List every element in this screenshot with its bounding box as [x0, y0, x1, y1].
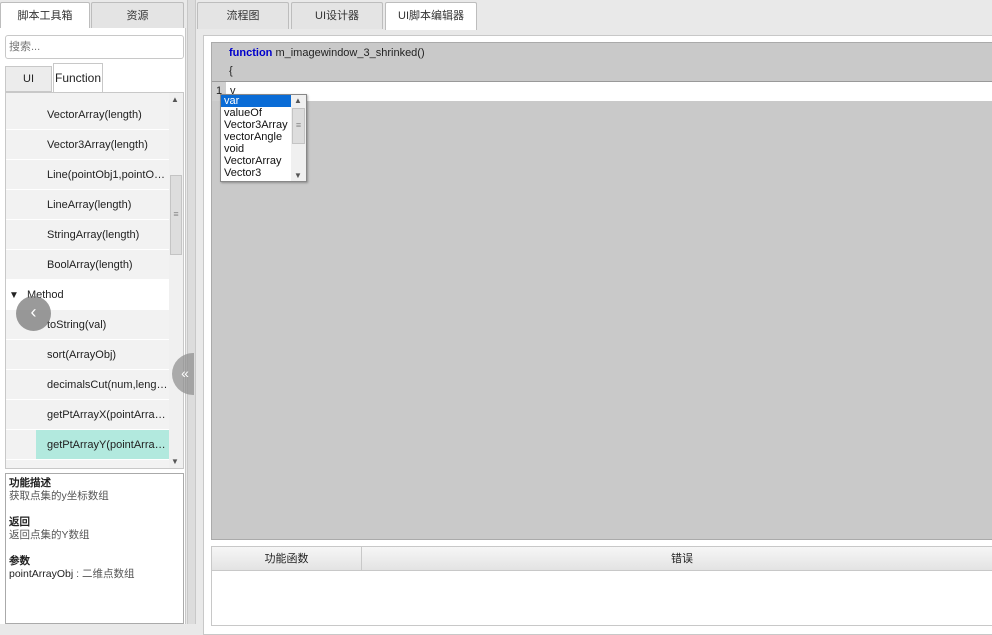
code-line-signature: function m_imagewindow_3_shrinked()	[229, 47, 425, 59]
param-desc: : 二维点数组	[73, 568, 135, 580]
description-box: 功能描述 获取点集的y坐标数组 返回 返回点集的Y数组 参数 pointArra…	[5, 473, 184, 624]
collapse-left-button[interactable]: ‹	[16, 296, 51, 331]
signature: m_imagewindow_3_shrinked()	[272, 47, 425, 59]
splitter[interactable]	[187, 0, 196, 624]
desc-title: 功能描述	[9, 477, 51, 489]
subtab-ui[interactable]: UI	[5, 66, 52, 92]
scroll-thumb[interactable]: ≡	[170, 175, 182, 255]
code-line-brace: {	[229, 65, 233, 77]
triangle-down-icon: ▼	[9, 290, 19, 301]
list-item-selected[interactable]: getPtArrayY(pointArrayObj)	[6, 430, 169, 460]
list-item[interactable]: StringArray(length)	[6, 220, 169, 250]
code-editor[interactable]: function m_imagewindow_3_shrinked() { 1 …	[211, 42, 992, 540]
scroll-thumb[interactable]: ≡	[292, 108, 305, 144]
search-input[interactable]	[5, 35, 184, 59]
list-item[interactable]: Vector3Array(length)	[6, 130, 169, 160]
autocomplete-item-selected[interactable]: var	[221, 95, 291, 107]
tab-script-toolbox[interactable]: 脚本工具箱	[0, 2, 90, 30]
scroll-up-icon[interactable]: ▲	[171, 95, 179, 104]
column-header-function[interactable]: 功能函数	[212, 547, 362, 571]
autocomplete-scrollbar[interactable]: ▲ ≡ ▼	[291, 95, 306, 181]
list-item[interactable]: VectorArray(length)	[6, 100, 169, 130]
column-header-error[interactable]: 错误	[362, 547, 992, 571]
desc-text: 获取点集的y坐标数组	[9, 490, 109, 502]
tab-ui-script-editor[interactable]: UI脚本编辑器	[385, 2, 477, 30]
param-title: 参数	[9, 555, 30, 567]
subtab-function[interactable]: Function	[53, 63, 103, 93]
list-item[interactable]: sort(ArrayObj)	[6, 340, 169, 370]
tab-ui-designer[interactable]: UI设计器	[291, 2, 383, 29]
list-item[interactable]: BoolArray(length)	[6, 250, 169, 280]
list-item[interactable]: decimalsCut(num,length)	[6, 370, 169, 400]
function-list: VectorArray(length) Vector3Array(length)…	[5, 92, 184, 469]
double-chevron-left-icon: «	[181, 365, 189, 381]
chevron-left-icon: ‹	[30, 302, 37, 322]
return-text: 返回点集的Y数组	[9, 529, 90, 541]
scroll-down-icon[interactable]: ▼	[294, 171, 302, 180]
scroll-up-icon[interactable]: ▲	[294, 96, 302, 105]
tab-resources[interactable]: 资源	[91, 2, 184, 29]
list-item[interactable]: LineArray(length)	[6, 190, 169, 220]
keyword: function	[229, 47, 273, 59]
tab-flowchart[interactable]: 流程图	[197, 2, 289, 29]
list-scrollbar[interactable]: ▲ ≡ ▼	[169, 93, 183, 468]
param-line: pointArrayObj : 二维点数组	[9, 568, 180, 581]
autocomplete-popup[interactable]: var valueOf Vector3Array vectorAngle voi…	[220, 94, 307, 182]
list-item[interactable]: getPtArrayX(pointArrayObj)	[6, 400, 169, 430]
return-title: 返回	[9, 516, 30, 528]
param-name: pointArrayObj	[9, 568, 74, 580]
error-table: 功能函数 错误	[211, 546, 992, 626]
left-panel: UI Function VectorArray(length) Vector3A…	[0, 28, 186, 624]
scroll-down-icon[interactable]: ▼	[171, 457, 179, 466]
code-line-1[interactable]: 1 v	[212, 81, 992, 101]
list-item[interactable]: Line(pointObj1,pointObj2)	[6, 160, 169, 190]
